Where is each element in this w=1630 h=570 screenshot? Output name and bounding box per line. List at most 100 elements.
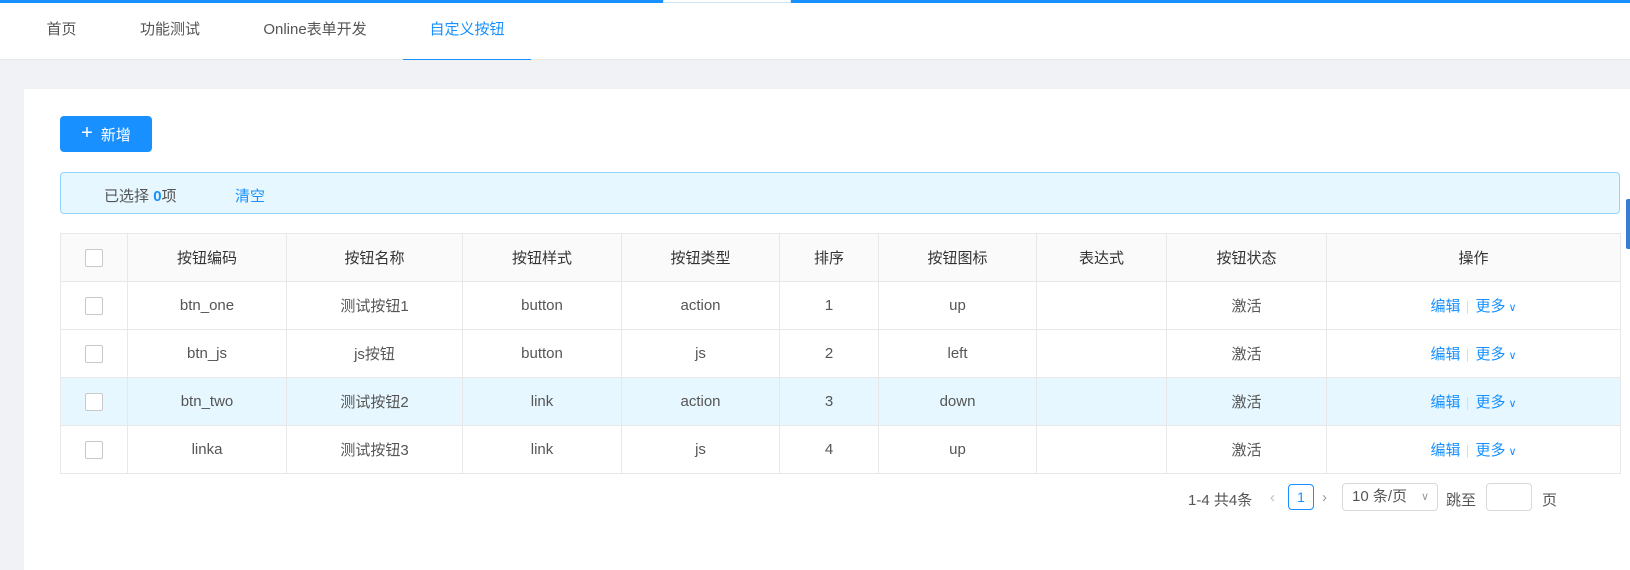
cell-order: 3	[779, 377, 879, 426]
main-content: + 新增 已选择 0项 清空 按钮编码 按钮名称 按钮样式 按钮类型 排序 按钮…	[24, 89, 1630, 570]
add-button-label: 新增	[100, 126, 131, 144]
more-link[interactable]: 更多 ∨	[1475, 394, 1516, 411]
chevron-down-icon: ∨	[1508, 301, 1517, 314]
cell-status: 激活	[1166, 329, 1327, 378]
edit-link[interactable]: 编辑	[1430, 394, 1460, 411]
table-row[interactable]: btn_js js按钮 button js 2 left 激活 编辑 更多 ∨	[60, 329, 1621, 378]
row-checkbox[interactable]	[85, 440, 103, 459]
cell-type: js	[621, 329, 780, 378]
more-link[interactable]: 更多 ∨	[1475, 442, 1516, 459]
more-link[interactable]: 更多 ∨	[1475, 346, 1516, 363]
cell-type: action	[621, 281, 780, 330]
next-page-icon[interactable]: ›	[1322, 489, 1327, 517]
column-header: 按钮样式	[462, 233, 622, 282]
cell-expr	[1036, 281, 1167, 330]
cell-order: 2	[779, 329, 879, 378]
table-row[interactable]: btn_two 测试按钮2 link action 3 down 激活 编辑 更多 ∨	[60, 377, 1621, 426]
side-scroll-handle[interactable]	[1626, 199, 1630, 249]
table-row[interactable]: btn_one 测试按钮1 button action 1 up 激活 编辑 更多 ∨	[60, 281, 1621, 330]
cell-icon: left	[878, 329, 1037, 378]
cell-expr	[1036, 329, 1167, 378]
cell-actions: 编辑 更多 ∨	[1326, 281, 1621, 330]
action-divider	[1467, 348, 1469, 362]
page-size-value: 10 条/页	[1352, 488, 1408, 505]
add-button[interactable]: + 新增	[60, 116, 152, 152]
row-select-cell	[60, 425, 128, 474]
column-header: 操作	[1326, 233, 1621, 282]
chevron-down-icon: ∨	[1508, 445, 1517, 458]
cell-code: linka	[127, 425, 287, 474]
column-header: 按钮编码	[127, 233, 287, 282]
row-select-cell	[60, 329, 128, 378]
page-label: 页	[1542, 492, 1558, 509]
cell-code: btn_two	[127, 377, 287, 426]
tab-online-form[interactable]: Online表单开发	[262, 3, 368, 60]
page-number-button[interactable]: 1	[1288, 484, 1314, 510]
goto-page-input[interactable]	[1486, 483, 1532, 511]
more-link[interactable]: 更多 ∨	[1475, 298, 1516, 315]
cell-type: action	[621, 377, 780, 426]
page-size-select[interactable]: 10 条/页 ∨	[1342, 483, 1438, 511]
row-checkbox[interactable]	[85, 392, 103, 411]
cell-name: 测试按钮2	[286, 377, 463, 426]
selection-alert: 已选择 0项 清空	[60, 172, 1620, 214]
column-header: 表达式	[1036, 233, 1167, 282]
cell-order: 4	[779, 425, 879, 474]
cell-style: button	[462, 281, 622, 330]
edit-link[interactable]: 编辑	[1430, 346, 1460, 363]
plus-icon: +	[81, 122, 93, 144]
cell-style: link	[462, 425, 622, 474]
tab-function-test[interactable]: 功能测试	[139, 3, 201, 60]
cell-code: btn_js	[127, 329, 287, 378]
chevron-down-icon: ∨	[1508, 397, 1517, 410]
cell-icon: down	[878, 377, 1037, 426]
column-header: 按钮类型	[621, 233, 780, 282]
cell-expr	[1036, 377, 1167, 426]
goto-label: 跳至	[1446, 492, 1477, 509]
column-header: 按钮状态	[1166, 233, 1327, 282]
action-divider	[1467, 396, 1469, 410]
row-select-cell	[60, 377, 128, 426]
selection-info: 已选择 0项	[104, 188, 177, 205]
cell-name: js按钮	[286, 329, 463, 378]
row-checkbox[interactable]	[85, 296, 103, 315]
chevron-down-icon: ∨	[1508, 349, 1517, 362]
table-row[interactable]: linka 测试按钮3 link js 4 up 激活 编辑 更多 ∨	[60, 425, 1621, 474]
column-header: 按钮名称	[286, 233, 463, 282]
cell-actions: 编辑 更多 ∨	[1326, 425, 1621, 474]
tab-home[interactable]: 首页	[46, 3, 77, 60]
selected-count: 0	[153, 188, 162, 205]
prev-page-icon[interactable]: ‹	[1270, 489, 1275, 517]
edit-link[interactable]: 编辑	[1430, 442, 1460, 459]
cell-type: js	[621, 425, 780, 474]
cell-actions: 编辑 更多 ∨	[1326, 329, 1621, 378]
chevron-down-icon: ∨	[1420, 491, 1429, 503]
cell-status: 激活	[1166, 281, 1327, 330]
row-checkbox[interactable]	[85, 344, 103, 363]
cell-style: link	[462, 377, 622, 426]
clear-selection-link[interactable]: 清空	[235, 185, 265, 206]
action-divider	[1467, 444, 1469, 458]
select-all-checkbox[interactable]	[85, 248, 103, 267]
column-header: 按钮图标	[878, 233, 1037, 282]
cell-style: button	[462, 329, 622, 378]
row-select-cell	[60, 281, 128, 330]
cell-status: 激活	[1166, 377, 1327, 426]
select-all-cell	[60, 233, 128, 282]
column-header: 排序	[779, 233, 879, 282]
tab-bar: 首页 功能测试 Online表单开发 自定义按钮	[0, 3, 1630, 60]
cell-order: 1	[779, 281, 879, 330]
tab-custom-button[interactable]: 自定义按钮	[403, 3, 531, 60]
pagination-total: 1-4 共4条	[1188, 492, 1253, 509]
cell-icon: up	[878, 281, 1037, 330]
cell-actions: 编辑 更多 ∨	[1326, 377, 1621, 426]
cell-expr	[1036, 425, 1167, 474]
edit-link[interactable]: 编辑	[1430, 298, 1460, 315]
cell-status: 激活	[1166, 425, 1327, 474]
action-divider	[1467, 300, 1469, 314]
table-header-row: 按钮编码 按钮名称 按钮样式 按钮类型 排序 按钮图标 表达式 按钮状态 操作	[60, 233, 1621, 282]
cell-code: btn_one	[127, 281, 287, 330]
cell-name: 测试按钮1	[286, 281, 463, 330]
button-table: 按钮编码 按钮名称 按钮样式 按钮类型 排序 按钮图标 表达式 按钮状态 操作 …	[60, 233, 1621, 474]
cell-icon: up	[878, 425, 1037, 474]
